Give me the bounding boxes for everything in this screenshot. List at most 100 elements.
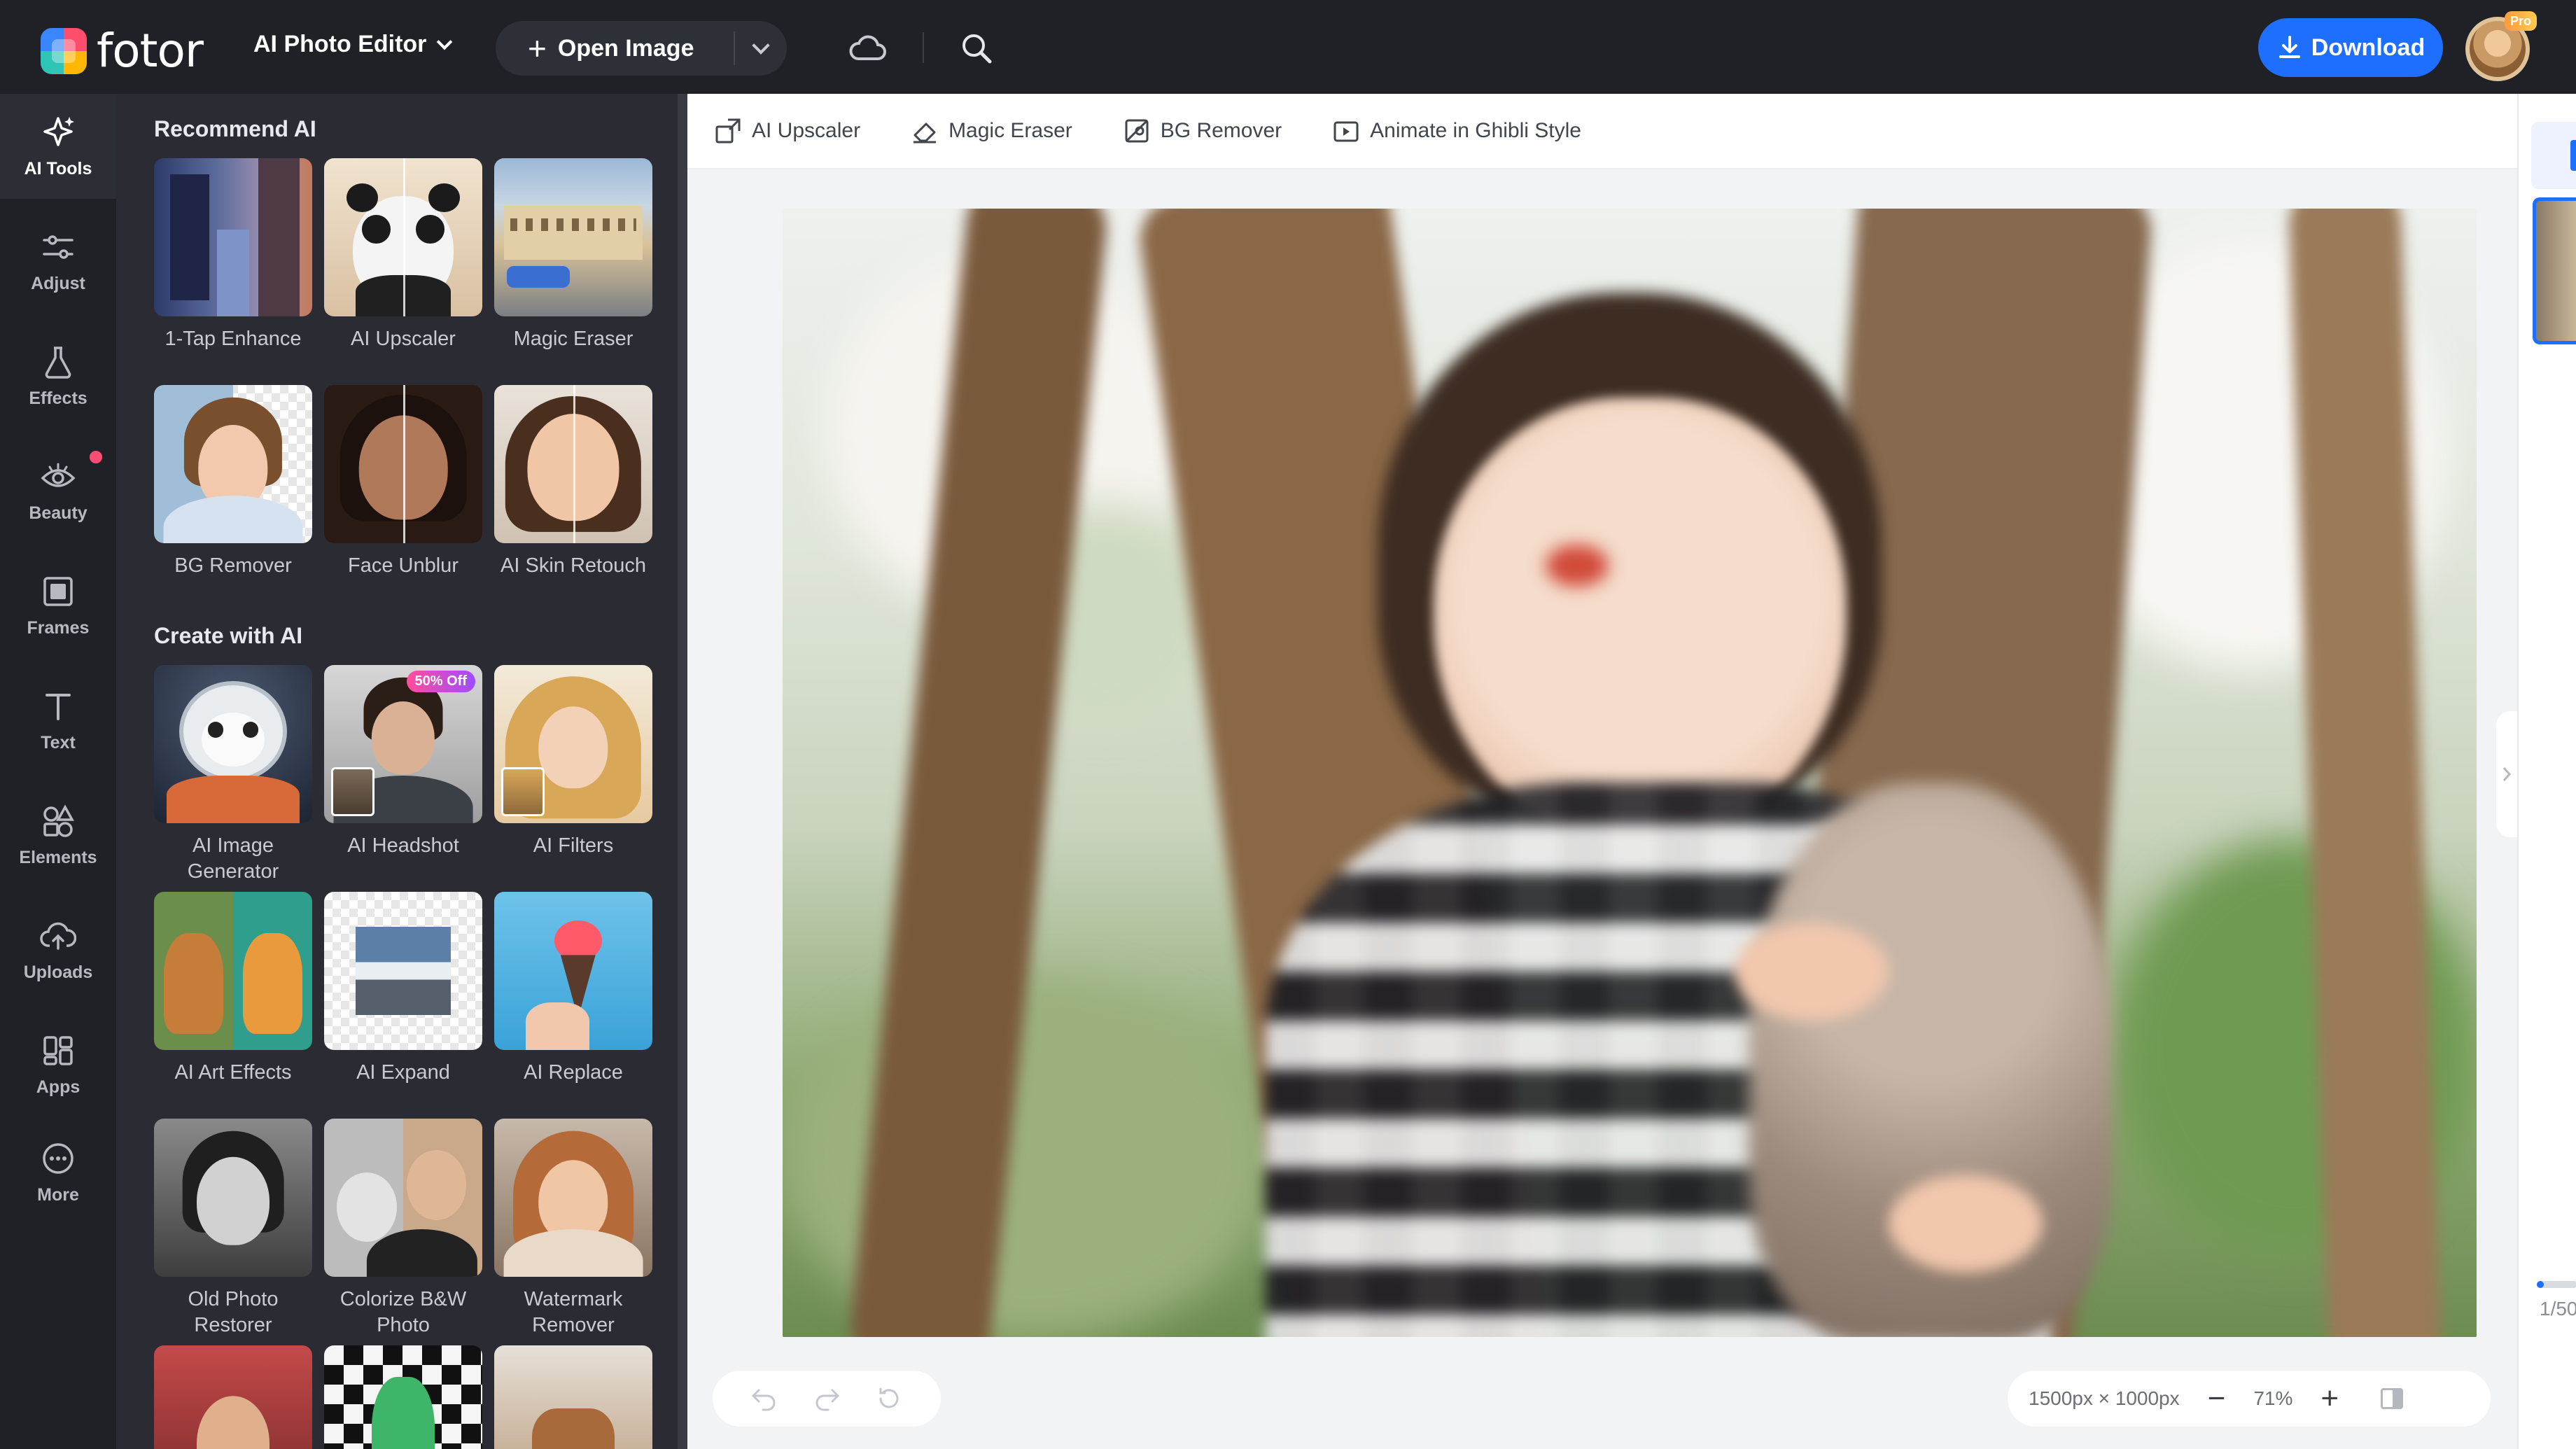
tool-label: AI Image Generator bbox=[187, 834, 279, 883]
tool-label: 1-Tap Enhance bbox=[164, 328, 302, 350]
tool-label: AI Headshot bbox=[347, 834, 459, 857]
collapse-right-panel-button[interactable] bbox=[2496, 711, 2517, 837]
page-thumbnail[interactable] bbox=[2533, 197, 2576, 344]
rail-item-uploads[interactable]: Uploads bbox=[0, 897, 116, 1002]
tool-label: AI Filters bbox=[533, 834, 614, 857]
more-icon bbox=[43, 1142, 74, 1174]
chevron-right-icon bbox=[2502, 767, 2512, 781]
shapes-icon bbox=[43, 804, 74, 837]
rail-item-label: Text bbox=[41, 732, 76, 752]
tool-label: Magic Eraser bbox=[513, 328, 634, 350]
quick-tools-bar: AI Upscaler Magic Eraser BG Remover Anim… bbox=[687, 94, 2517, 169]
tool-card-partial[interactable] bbox=[154, 1345, 312, 1449]
canvas-photo[interactable] bbox=[783, 209, 2477, 1337]
tool-thumbnail bbox=[324, 158, 482, 316]
rail-item-label: Frames bbox=[27, 617, 90, 638]
tool-card-face-unblur[interactable]: Face Unblur bbox=[324, 385, 482, 579]
rail-item-label: AI Tools bbox=[24, 158, 92, 178]
quick-tool-magic-eraser[interactable]: Magic Eraser bbox=[911, 117, 1072, 145]
divider bbox=[923, 32, 924, 63]
tool-thumbnail bbox=[324, 892, 482, 1050]
tool-card-ai-upscaler[interactable]: AI Upscaler bbox=[324, 158, 482, 352]
undo-icon[interactable] bbox=[750, 1386, 778, 1411]
notification-dot bbox=[90, 451, 102, 463]
tool-label: AI Skin Retouch bbox=[500, 554, 646, 577]
section-title-create: Create with AI bbox=[154, 623, 303, 648]
open-image-label: Open Image bbox=[557, 34, 694, 62]
rail-item-label: More bbox=[37, 1184, 79, 1205]
tool-card-ai-expand[interactable]: AI Expand bbox=[324, 892, 482, 1086]
fotor-logo[interactable]: fotor bbox=[41, 24, 204, 78]
rail-item-effects[interactable]: Effects bbox=[0, 323, 116, 428]
quick-tool-label: BG Remover bbox=[1160, 119, 1282, 142]
quick-tool-animate-ghibli[interactable]: Animate in Ghibli Style bbox=[1332, 117, 1581, 145]
quick-tool-ai-upscaler[interactable]: AI Upscaler bbox=[714, 117, 860, 145]
zoom-in-button[interactable]: + bbox=[2320, 1383, 2339, 1414]
tool-card-ai-headshot[interactable]: 50% Off AI Headshot bbox=[324, 665, 482, 859]
tool-card-1-tap-enhance[interactable]: 1-Tap Enhance bbox=[154, 158, 312, 352]
quick-tool-label: Animate in Ghibli Style bbox=[1370, 119, 1581, 142]
zoom-level[interactable]: 71% bbox=[2253, 1387, 2292, 1410]
rail-item-label: Uploads bbox=[23, 962, 93, 982]
upload-cloud-icon bbox=[40, 922, 76, 950]
rail-item-more[interactable]: More bbox=[0, 1120, 116, 1225]
sparkle-icon bbox=[43, 116, 74, 146]
left-rail: AI Tools Adjust Effects Beauty Frames Te… bbox=[0, 94, 116, 1449]
fotor-editor-app: fotor AI Photo Editor + Open Image Downl… bbox=[0, 0, 2576, 1449]
quick-tool-bg-remover[interactable]: BG Remover bbox=[1123, 117, 1282, 145]
zoom-out-button[interactable]: − bbox=[2208, 1383, 2226, 1414]
tool-label: BG Remover bbox=[174, 554, 292, 577]
tool-label: Watermark Remover bbox=[524, 1288, 623, 1336]
rail-item-text[interactable]: Text bbox=[0, 668, 116, 773]
sliders-icon bbox=[43, 234, 74, 259]
redo-icon[interactable] bbox=[813, 1386, 841, 1411]
rail-item-apps[interactable]: Apps bbox=[0, 1012, 116, 1117]
history-icon[interactable] bbox=[875, 1385, 903, 1413]
tool-card-magic-eraser[interactable]: Magic Eraser bbox=[494, 158, 652, 352]
ai-tools-panel: Recommend AI 1-Tap Enhance AI Upscaler M… bbox=[116, 94, 687, 1449]
tool-thumbnail bbox=[494, 1345, 652, 1449]
tool-thumbnail bbox=[324, 1119, 482, 1277]
canvas-area: AI Upscaler Magic Eraser BG Remover Anim… bbox=[687, 94, 2517, 1449]
layout-toggle-icon[interactable] bbox=[2381, 1388, 2404, 1409]
open-image-button[interactable]: + Open Image bbox=[496, 21, 734, 76]
tool-card-partial[interactable] bbox=[324, 1345, 482, 1449]
rail-item-ai-tools[interactable]: AI Tools bbox=[0, 94, 116, 199]
logo-text: fotor bbox=[97, 24, 204, 78]
animate-icon bbox=[1334, 121, 1359, 142]
tool-card-ai-replace[interactable]: AI Replace bbox=[494, 892, 652, 1086]
tool-card-ai-filters[interactable]: AI Filters bbox=[494, 665, 652, 859]
ai-photo-editor-menu[interactable]: AI Photo Editor bbox=[253, 31, 453, 58]
eraser-icon bbox=[913, 122, 937, 144]
tool-card-partial[interactable] bbox=[494, 1345, 652, 1449]
rail-item-label: Elements bbox=[19, 847, 97, 867]
frame-icon bbox=[43, 576, 73, 606]
rail-item-adjust[interactable]: Adjust bbox=[0, 209, 116, 314]
open-image-dropdown-button[interactable] bbox=[735, 21, 787, 76]
pro-badge: Pro bbox=[2505, 11, 2537, 31]
page-scroll-indicator[interactable] bbox=[2537, 1281, 2576, 1288]
tool-card-old-photo-restorer[interactable]: Old Photo Restorer bbox=[154, 1119, 312, 1338]
tool-card-ai-art-effects[interactable]: AI Art Effects bbox=[154, 892, 312, 1086]
rail-item-label: Beauty bbox=[29, 503, 88, 523]
rail-item-elements[interactable]: Elements bbox=[0, 783, 116, 888]
download-icon bbox=[2278, 36, 2300, 58]
search-icon[interactable] bbox=[959, 31, 994, 66]
tool-card-ai-image-generator[interactable]: AI Image Generator bbox=[154, 665, 312, 885]
download-button[interactable]: Download bbox=[2258, 18, 2443, 77]
download-label: Download bbox=[2311, 34, 2426, 61]
tool-thumbnail bbox=[494, 892, 652, 1050]
rail-item-frames[interactable]: Frames bbox=[0, 553, 116, 658]
tool-thumbnail bbox=[324, 1345, 482, 1449]
cloud-icon[interactable] bbox=[848, 31, 888, 66]
panel-scrollbar[interactable] bbox=[678, 94, 687, 1449]
pages-tab[interactable] bbox=[2531, 122, 2576, 189]
tool-card-watermark-remover[interactable]: Watermark Remover bbox=[494, 1119, 652, 1338]
quick-tool-label: Magic Eraser bbox=[948, 119, 1072, 142]
quick-tool-label: AI Upscaler bbox=[752, 119, 861, 142]
tool-card-ai-skin-retouch[interactable]: AI Skin Retouch bbox=[494, 385, 652, 579]
editor-menu-label: AI Photo Editor bbox=[253, 31, 427, 57]
page-indicator: 1/50 bbox=[2540, 1298, 2576, 1320]
tool-card-colorize-bw-photo[interactable]: Colorize B&W Photo bbox=[324, 1119, 482, 1338]
tool-card-bg-remover[interactable]: BG Remover bbox=[154, 385, 312, 579]
